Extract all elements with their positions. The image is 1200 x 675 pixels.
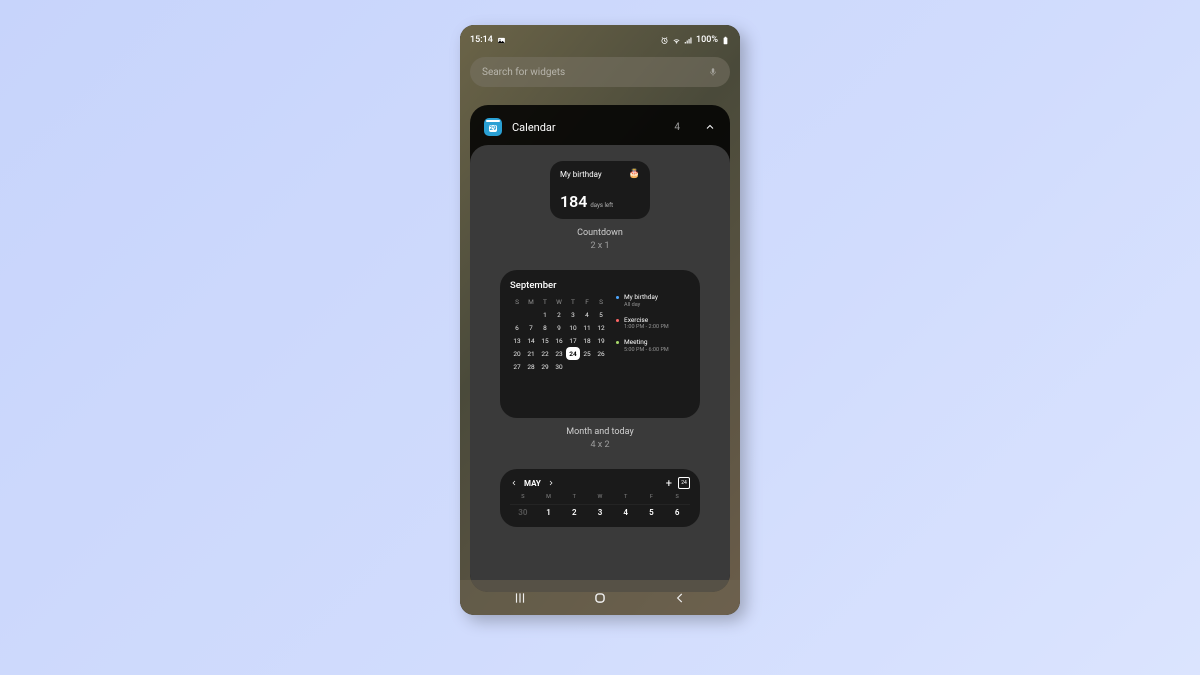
- wifi-icon: [672, 36, 681, 45]
- navigation-bar: [460, 580, 740, 615]
- today-icon[interactable]: 24: [678, 477, 690, 489]
- cake-icon: 🎂: [629, 169, 640, 179]
- group-title: Calendar: [512, 121, 664, 134]
- mic-icon[interactable]: [708, 66, 718, 78]
- group-count: 4: [674, 122, 680, 133]
- group-header[interactable]: 29 Calendar 4: [470, 105, 730, 145]
- clock: 15:14: [470, 35, 493, 45]
- countdown-caption: Countdown: [577, 227, 623, 240]
- back-button[interactable]: [660, 588, 700, 608]
- widget-item-countdown[interactable]: My birthday 🎂 184 days left Countdown 2 …: [482, 161, 718, 252]
- countdown-size: 2 x 1: [577, 240, 623, 253]
- chevron-right-icon[interactable]: [547, 479, 555, 487]
- chevron-left-icon[interactable]: [510, 479, 518, 487]
- image-icon: [497, 36, 506, 45]
- widget-list[interactable]: My birthday 🎂 184 days left Countdown 2 …: [470, 145, 730, 592]
- month-grid: SMTWTFS123456789101112131415161718192021…: [510, 295, 608, 373]
- week-preview: MAY + 24 SMTWTFS30123456: [500, 469, 700, 527]
- status-bar: 15:14 100%: [460, 25, 740, 49]
- countdown-preview: My birthday 🎂 184 days left: [550, 161, 650, 219]
- widget-item-month[interactable]: September SMTWTFS12345678910111213141516…: [482, 270, 718, 451]
- battery-icon: [721, 36, 730, 45]
- week-month: MAY: [524, 479, 541, 488]
- phone-frame: 15:14 100% Search for widgets 29 Calenda…: [460, 25, 740, 615]
- calendar-app-icon: 29: [484, 118, 502, 136]
- search-input[interactable]: Search for widgets: [470, 57, 730, 87]
- event-list: My birthdayAll dayExercise1:00 PM - 2:00…: [616, 280, 690, 408]
- week-grid: SMTWTFS30123456: [510, 494, 690, 517]
- countdown-number: 184: [560, 192, 587, 211]
- month-caption: Month and today: [566, 426, 633, 439]
- countdown-title: My birthday: [560, 170, 602, 179]
- month-title: September: [510, 280, 608, 291]
- month-size: 4 x 2: [566, 439, 633, 452]
- widget-item-month2[interactable]: MAY + 24 SMTWTFS30123456: [482, 469, 718, 527]
- chevron-up-icon[interactable]: [704, 121, 716, 133]
- search-placeholder: Search for widgets: [482, 67, 565, 78]
- battery-pct: 100%: [696, 35, 718, 45]
- signal-icon: [684, 36, 693, 45]
- home-button[interactable]: [580, 588, 620, 608]
- recents-button[interactable]: [500, 588, 540, 608]
- widget-group-calendar: 29 Calendar 4 My birthday 🎂 184 days lef…: [470, 105, 730, 592]
- month-preview: September SMTWTFS12345678910111213141516…: [500, 270, 700, 418]
- alarm-icon: [660, 36, 669, 45]
- countdown-unit: days left: [590, 202, 613, 209]
- add-event-icon[interactable]: +: [666, 478, 672, 489]
